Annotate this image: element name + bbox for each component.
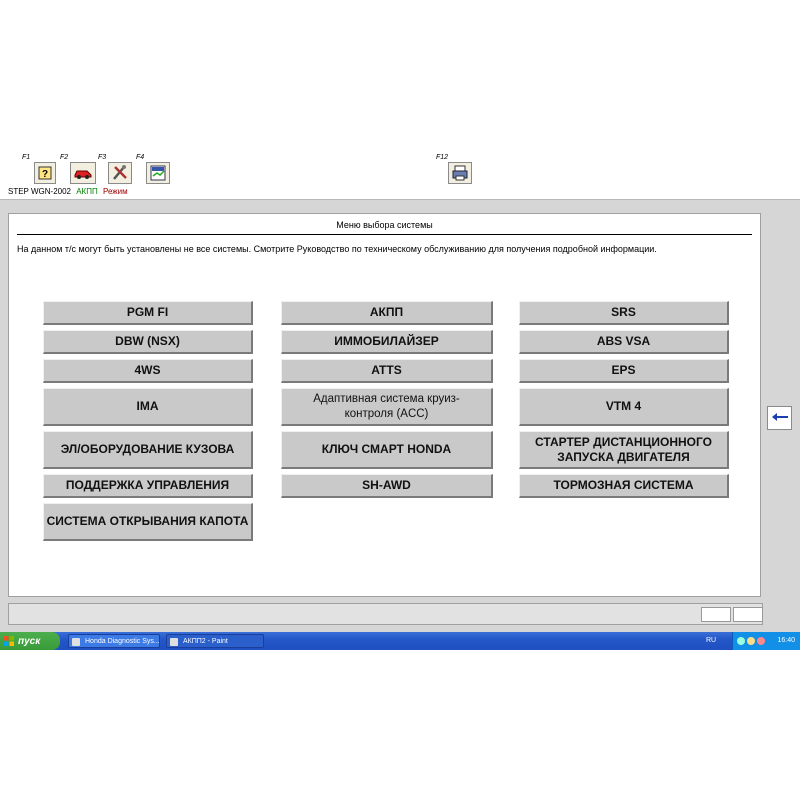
system-button-ima[interactable]: IMA (43, 388, 253, 426)
f3-tools-button[interactable]: F3 (98, 154, 132, 184)
system-button-srs[interactable]: SRS (519, 301, 729, 325)
app-icon (72, 638, 80, 646)
status-field-1 (701, 607, 731, 622)
title-divider (17, 234, 752, 235)
info-text: На данном т/с могут быть установлены не … (17, 244, 657, 254)
system-button-steering-support[interactable]: ПОДДЕРЖКА УПРАВЛЕНИЯ (43, 474, 253, 498)
taskbar-item-paint[interactable]: АКПП2 - Paint (166, 634, 264, 648)
system-label: АКПП (76, 187, 98, 196)
system-button-body-electrical[interactable]: ЭЛ/ОБОРУДОВАНИЕ КУЗОВА (43, 431, 253, 469)
diagnostic-app-window: F1 ? F2 F3 F4 F12 STEP WGN-2002 АКПП Реж… (0, 152, 800, 632)
arrow-left-icon (771, 409, 789, 427)
network-icon[interactable] (737, 637, 745, 645)
f12-print-button[interactable]: F12 (436, 154, 472, 184)
system-button-smart-key[interactable]: КЛЮЧ СМАРТ HONDA (281, 431, 493, 469)
system-button-brake-system[interactable]: ТОРМОЗНАЯ СИСТЕМА (519, 474, 729, 498)
f1-help-button[interactable]: F1 ? (22, 154, 56, 184)
svg-text:?: ? (42, 169, 48, 180)
system-button-sh-awd[interactable]: SH-AWD (281, 474, 493, 498)
system-menu-panel: Меню выбора системы На данном т/с могут … (8, 213, 761, 597)
paint-icon (170, 638, 178, 646)
help-icon: ? (34, 162, 56, 184)
system-button-akpp[interactable]: АКПП (281, 301, 493, 325)
system-button-acc[interactable]: Адаптивная система круиз-контроля (ACC) (281, 388, 493, 426)
system-button-vtm4[interactable]: VTM 4 (519, 388, 729, 426)
f2-vehicle-button[interactable]: F2 (60, 154, 96, 184)
start-label: пуск (18, 635, 41, 647)
taskbar-item-honda-diagnostic[interactable]: Honda Diagnostic Sys... (68, 634, 160, 648)
system-button-pgm-fi[interactable]: PGM FI (43, 301, 253, 325)
bottom-status-bar (8, 603, 763, 625)
vehicle-status-line: STEP WGN-2002 АКПП Режим (0, 186, 800, 198)
content-frame: Меню выбора системы На данном т/с могут … (0, 199, 800, 632)
vehicle-model-label: STEP WGN-2002 (8, 187, 71, 196)
system-tray: 16:40 (732, 632, 800, 650)
system-button-dbw-nsx[interactable]: DBW (NSX) (43, 330, 253, 354)
system-button-eps[interactable]: EPS (519, 359, 729, 383)
mode-label: Режим (102, 187, 128, 196)
system-button-4ws[interactable]: 4WS (43, 359, 253, 383)
car-icon (70, 162, 96, 184)
system-button-immobilizer[interactable]: ИММОБИЛАЙЗЕР (281, 330, 493, 354)
status-field-2 (733, 607, 763, 622)
windows-logo-icon (4, 636, 14, 646)
tools-icon (108, 162, 132, 184)
clock: 16:40 (777, 637, 795, 644)
back-button[interactable] (767, 406, 792, 430)
function-key-toolbar: F1 ? F2 F3 F4 F12 (0, 152, 800, 186)
printer-icon (448, 162, 472, 184)
start-button[interactable]: пуск (0, 632, 60, 650)
panel-title: Меню выбора системы (336, 220, 433, 230)
windows-taskbar: пуск Honda Diagnostic Sys... АКПП2 - Pai… (0, 632, 800, 650)
security-icon[interactable] (757, 637, 765, 645)
system-button-remote-starter[interactable]: СТАРТЕР ДИСТАНЦИОННОГО ЗАПУСКА ДВИГАТЕЛЯ (519, 431, 729, 469)
volume-icon[interactable] (747, 637, 755, 645)
system-button-atts[interactable]: ATTS (281, 359, 493, 383)
language-indicator[interactable]: RU (706, 632, 716, 650)
f4-data-button[interactable]: F4 (136, 154, 170, 184)
system-button-hood-opening[interactable]: СИСТЕМА ОТКРЫВАНИЯ КАПОТА (43, 503, 253, 541)
system-button-abs-vsa[interactable]: ABS VSA (519, 330, 729, 354)
data-icon (146, 162, 170, 184)
